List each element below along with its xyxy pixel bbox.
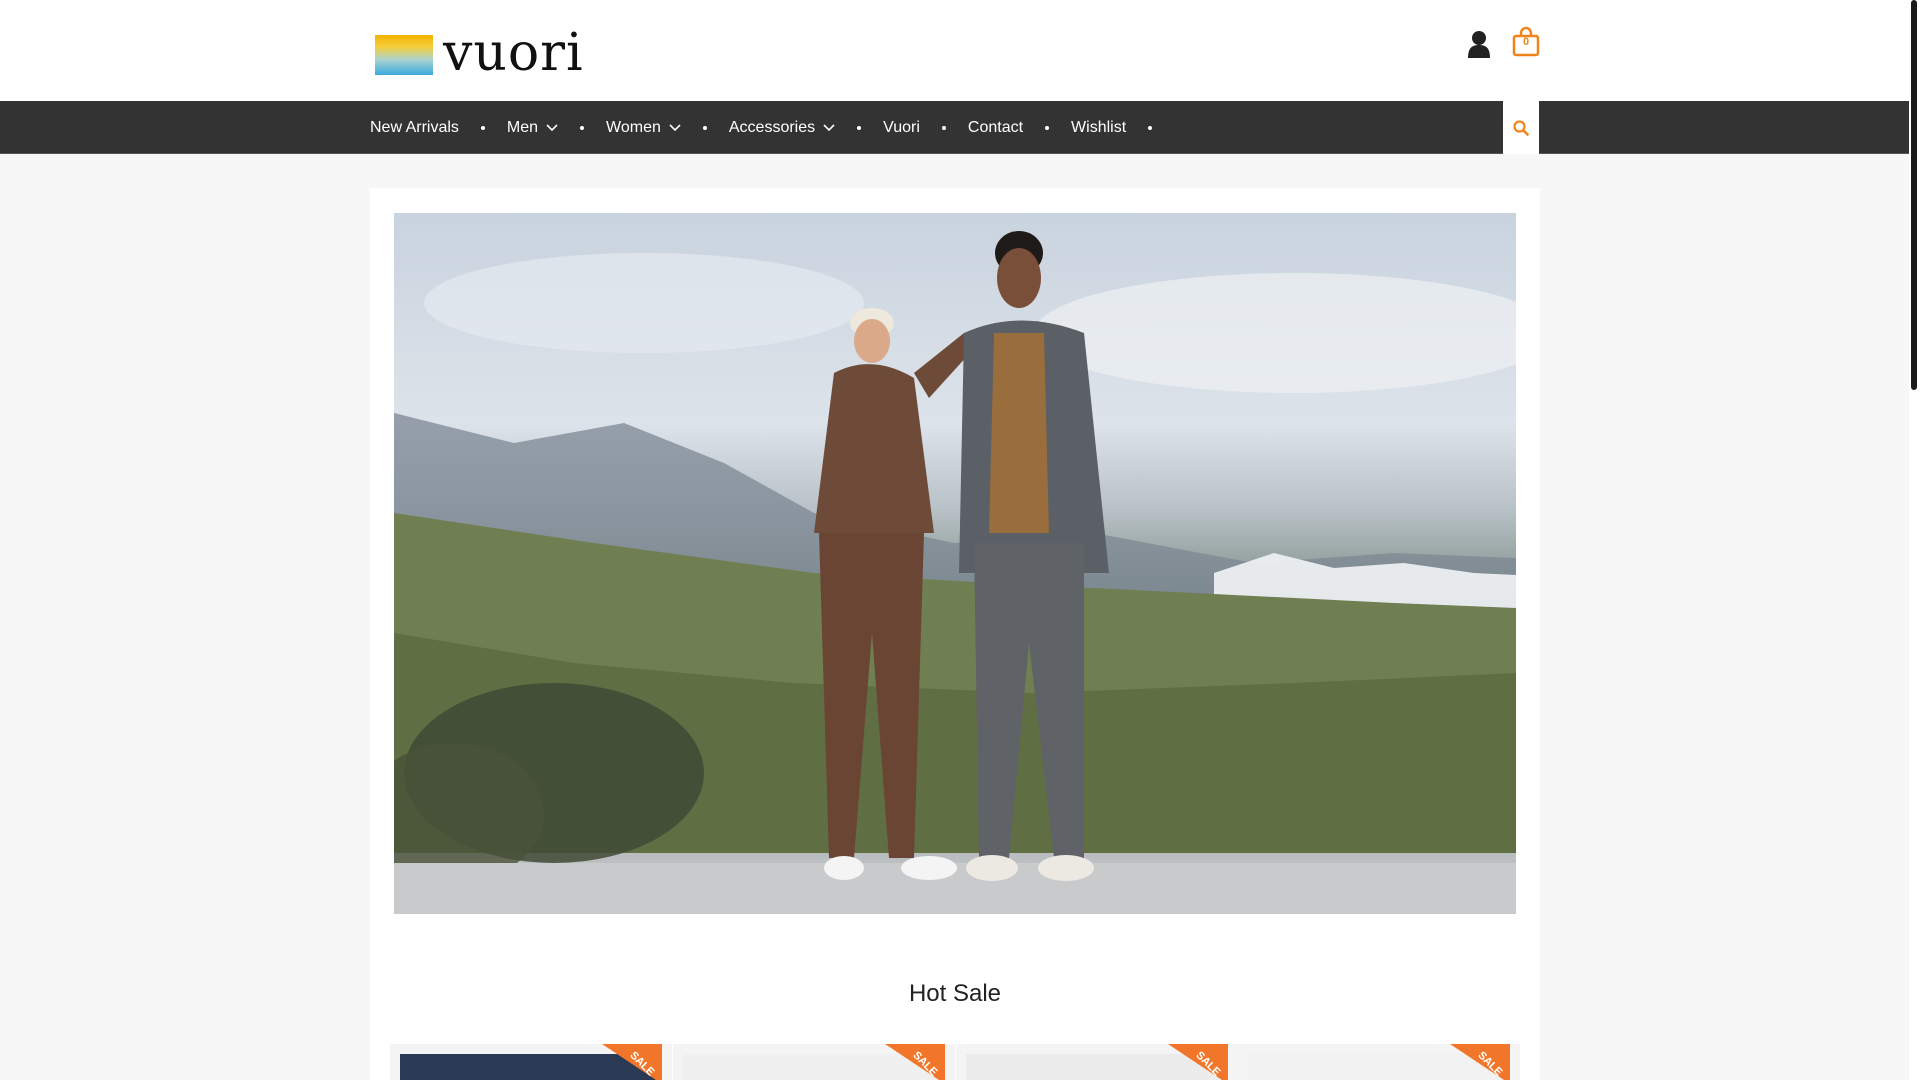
nav-separator xyxy=(857,125,862,130)
cart-count: 0 xyxy=(1522,36,1530,48)
product-image xyxy=(683,1054,945,1080)
nav-label: Accessories xyxy=(728,118,816,136)
product-card[interactable]: SALE xyxy=(673,1044,955,1080)
nav-item-contact[interactable]: Contact xyxy=(968,119,1023,137)
main-nav: New Arrivals Men Women Accessories Vuori… xyxy=(0,101,1909,154)
page-scrollbar[interactable] xyxy=(1909,0,1920,1080)
nav-separator xyxy=(702,125,707,130)
scrollbar-thumb[interactable] xyxy=(1911,0,1917,390)
nav-item-men[interactable]: Men xyxy=(507,119,558,137)
nav-separator xyxy=(1148,125,1153,130)
product-image xyxy=(966,1054,1228,1080)
nav-item-women[interactable]: Women xyxy=(606,119,681,137)
user-icon[interactable] xyxy=(1468,30,1490,58)
brand-logo[interactable]: vuori xyxy=(375,23,584,83)
logo-swatch xyxy=(375,35,433,75)
nav-separator xyxy=(480,125,485,130)
chevron-down-icon xyxy=(546,123,558,131)
nav-separator xyxy=(580,125,585,130)
site-header: vuori 0 xyxy=(0,0,1909,101)
nav-item-accessories[interactable]: Accessories xyxy=(729,119,835,137)
section-title-hot-sale: Hot Sale xyxy=(908,980,1002,1007)
chevron-down-icon xyxy=(823,123,835,131)
product-card[interactable]: SALE xyxy=(1238,1044,1520,1080)
product-card[interactable]: SALE xyxy=(956,1044,1238,1080)
main-content: Hot Sale SALE SALE SALE SALE xyxy=(370,188,1540,1080)
search-icon xyxy=(1513,119,1529,136)
chevron-down-icon xyxy=(669,123,681,131)
nav-label: Vuori xyxy=(883,118,920,136)
product-image xyxy=(1248,1054,1510,1080)
nav-separator xyxy=(941,125,946,130)
nav-label: Women xyxy=(606,118,661,136)
product-card[interactable]: SALE xyxy=(390,1044,672,1080)
nav-label: Men xyxy=(506,118,539,136)
nav-label: Contact xyxy=(967,118,1024,136)
nav-label: New Arrivals xyxy=(370,118,459,136)
nav-separator xyxy=(1045,125,1050,130)
hero-banner-image[interactable] xyxy=(394,213,1516,914)
nav-item-wishlist[interactable]: Wishlist xyxy=(1071,119,1126,137)
nav-label: Wishlist xyxy=(1071,118,1127,136)
search-button[interactable] xyxy=(1503,101,1539,154)
product-image xyxy=(400,1054,662,1080)
logo-text: vuori xyxy=(443,23,584,83)
nav-item-vuori[interactable]: Vuori xyxy=(883,119,920,137)
nav-item-new-arrivals[interactable]: New Arrivals xyxy=(370,119,459,137)
hero-illustration xyxy=(394,231,1516,914)
